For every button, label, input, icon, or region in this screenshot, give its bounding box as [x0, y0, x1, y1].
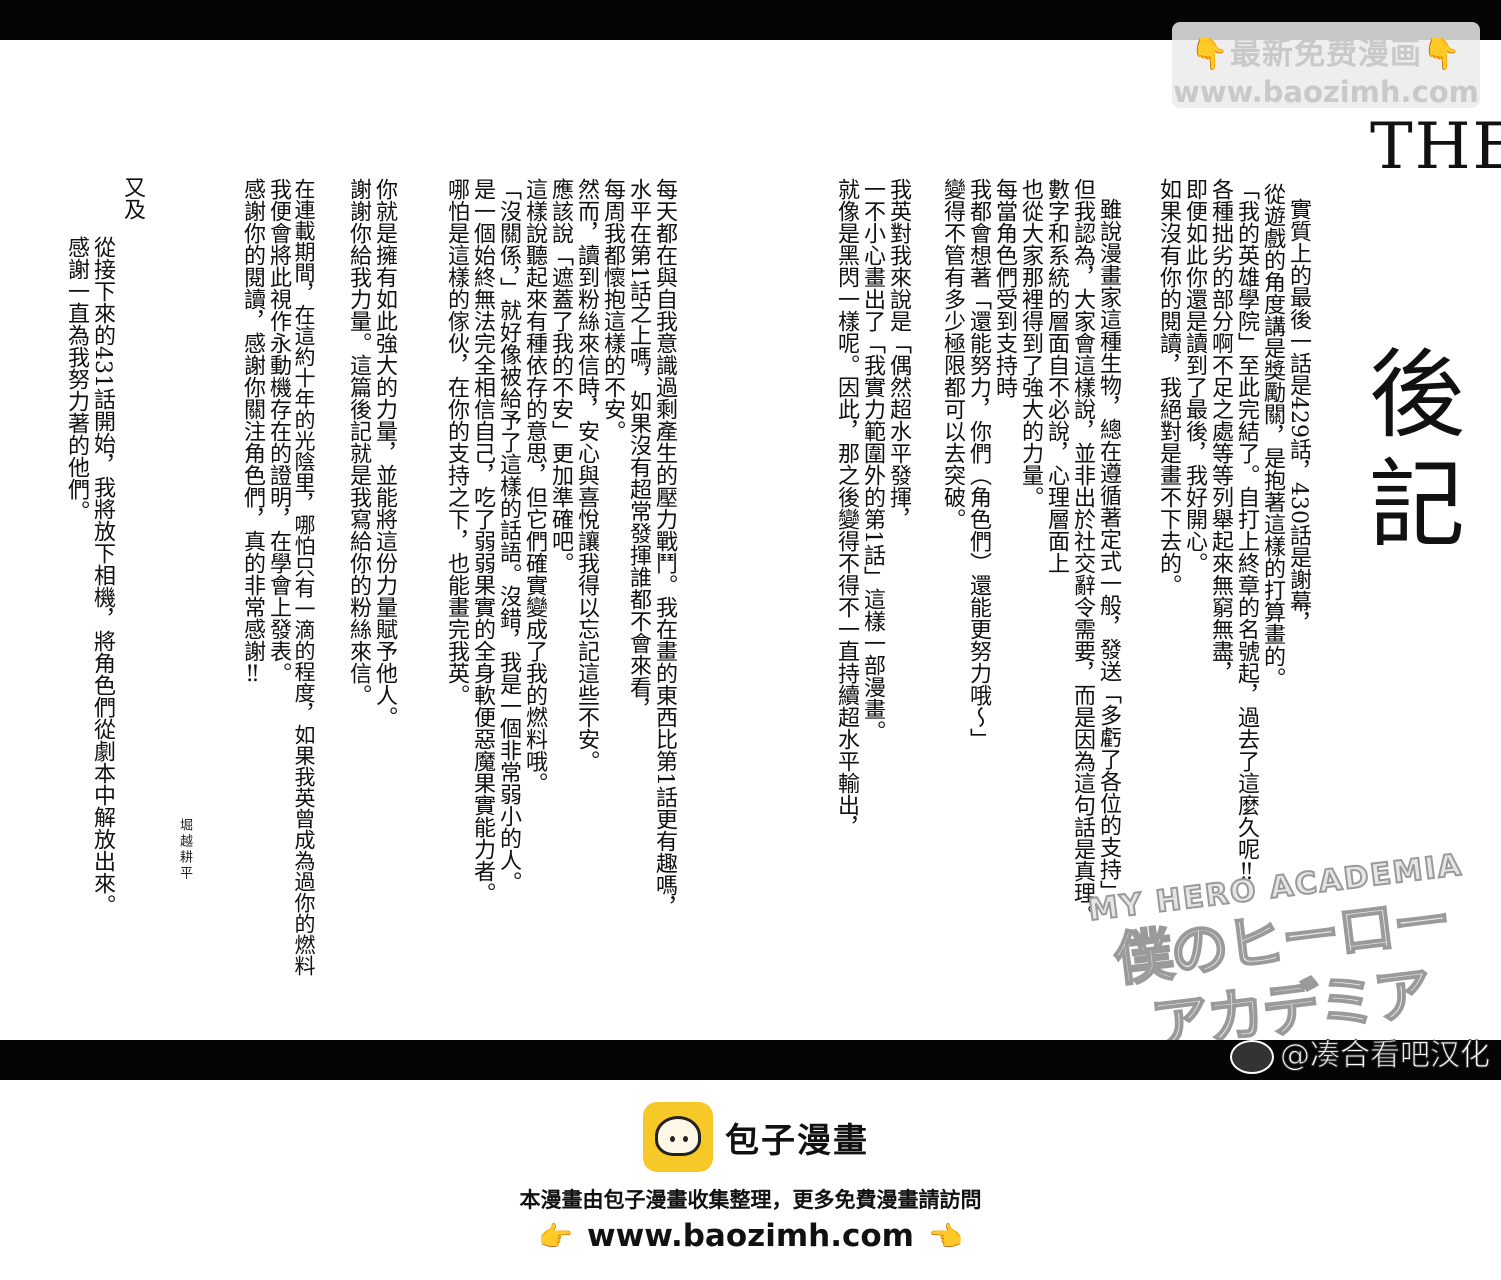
text-column: 「我的英雄學院」至此完結了。自打上終章的名號起，過去了這麼久呢‼ [1234, 178, 1259, 885]
bun-shape [655, 1116, 701, 1156]
footer: 包子漫畫 本漫畫由包子漫畫收集整理，更多免費漫畫請訪問 👉 www.baozimh… [0, 1080, 1501, 1280]
text-column: 數字和系統的層面自不必說，心理層面上 [1044, 178, 1069, 574]
text-column: 從接下來的431話開始，我將放下相機，將角色們從劇本中解放出來。 [90, 236, 115, 916]
text-column: 應該說「遮蓋了我的不安」更加準確吧。 [548, 178, 573, 574]
text-column: 水平在第1話之上嗎，如果沒有超常發揮誰都不會來看， [626, 178, 651, 720]
text-column: 我便會將此視作永動機存在的證明，在學會上發表。 [266, 178, 291, 684]
text-column: 我英對我來說是「偶然超水平發揮， [886, 178, 911, 530]
watermark-text: 最新免费漫画 [1230, 36, 1422, 72]
bun-mascot-icon [643, 1102, 713, 1172]
title-kanji: 後記 [1369, 339, 1465, 561]
text-column: 然而，讀到粉絲來信時，安心與喜悅讓我得以忘記這些不安。 [574, 178, 599, 772]
text-column: 我都會想著「還能努力，你們（角色們）還能更努力哦～」 [966, 178, 991, 750]
text-column: 每天都在與自我意識過剩產生的壓力戰鬥。我在畫的東西比第1話更有趣嗎， [652, 178, 677, 918]
text-column: 感謝一直為我努力著的他們。 [64, 236, 89, 522]
mascot-eye [683, 1136, 688, 1142]
pointing-right-hand-icon: 👉 [538, 1220, 574, 1253]
title-latin: THE· [1370, 110, 1501, 184]
text-column: 實質上的最後一話是429話，430話是謝幕， [1286, 198, 1311, 634]
watermark-url: www.baozimh.com [1173, 75, 1479, 109]
watermark-box: 👇最新免费漫画👇 www.baozimh.com [1172, 22, 1480, 109]
pointing-down-hand-icon: 👇 [1190, 36, 1230, 72]
text-column: 從遊戲的角度講是獎勵關，是抱著這樣的打算畫的。 [1260, 183, 1285, 689]
footer-note: 本漫畫由包子漫畫收集整理，更多免費漫畫請訪問 [519, 1188, 982, 1212]
text-column: 謝謝你給我力量。這篇後記就是我寫給你的粉絲來信。 [346, 178, 371, 706]
pointing-left-hand-icon: 👈 [927, 1220, 963, 1253]
credit-text: @凑合看吧汉化 [1280, 1038, 1491, 1074]
author-signature: 堀越耕平 [177, 818, 192, 882]
text-column: 變得不管有多少極限都可以去突破。 [940, 178, 965, 530]
text-column: 雖說漫畫家這種生物，總在遵循著定式一般，發送「多虧了各位的支持」 [1096, 198, 1121, 902]
text-column: 一不小心畫出了「我實力範圍外的第1話」這樣一部漫畫。 [860, 178, 885, 742]
text-column: 這樣說聽起來有種依存的意思，但它們確實變成了我的燃料哦。 [522, 178, 547, 794]
translator-credit: @凑合看吧汉化 [1160, 1030, 1491, 1074]
footer-url-row[interactable]: 👉 www.baozimh.com 👈 [0, 1218, 1501, 1254]
text-column: 每周我都懷抱這樣的不安。 [600, 178, 625, 442]
brand[interactable]: 包子漫畫 [643, 1102, 869, 1172]
text-column: 哪怕是這樣的傢伙，在你的支持之下，也能畫完我英。 [444, 178, 469, 706]
text-column: 如果沒有你的閱讀，我絕對是畫不下去的。 [1156, 178, 1181, 596]
text-column: 「沒關係，」就好像被給予了這樣的話語。沒錯，我是一個非常弱小的人。 [496, 178, 521, 893]
text-column: 各種拙劣的部分啊不足之處等等列舉起來無窮無盡， [1208, 178, 1233, 684]
footer-url[interactable]: www.baozimh.com [587, 1218, 914, 1254]
text-column: 也從大家那裡得到了強大的力量。 [1018, 178, 1043, 508]
weibo-icon [1230, 1039, 1274, 1074]
text-column: 每當角色們受到支持時 [992, 178, 1017, 398]
watermark-line1: 👇最新免费漫画👇 [1172, 28, 1480, 73]
postscript-label: 又及 [120, 176, 145, 220]
text-column: 感謝你的閱讀，感謝你關注角色們，真的非常感謝‼ [240, 178, 265, 687]
text-column: 是一個始終無法完全相信自己，吃了弱弱果實的全身軟便惡魔果實能力者。 [470, 178, 495, 904]
mascot-eye [670, 1136, 675, 1142]
text-column: 你就是擁有如此強大的力量，並能將這份力量賦予他人。 [372, 178, 397, 728]
text-column: 但我認為，大家會這樣說，並非出於社交辭令需要，而是因為這句話是真理。 [1070, 178, 1095, 926]
text-column: 就像是黑閃一樣呢。因此，那之後變得不得不一直持續超水平輸出， [834, 178, 859, 838]
text-column: 在連載期間，在這約十年的光陰里，哪怕只有一滴的程度，如果我英曾成為過你的燃料 [292, 178, 316, 976]
pointing-down-hand-icon: 👇 [1422, 36, 1462, 72]
brand-name: 包子漫畫 [725, 1120, 869, 1161]
text-column: 即便如此你還是讀到了最後，我好開心。 [1182, 178, 1207, 574]
